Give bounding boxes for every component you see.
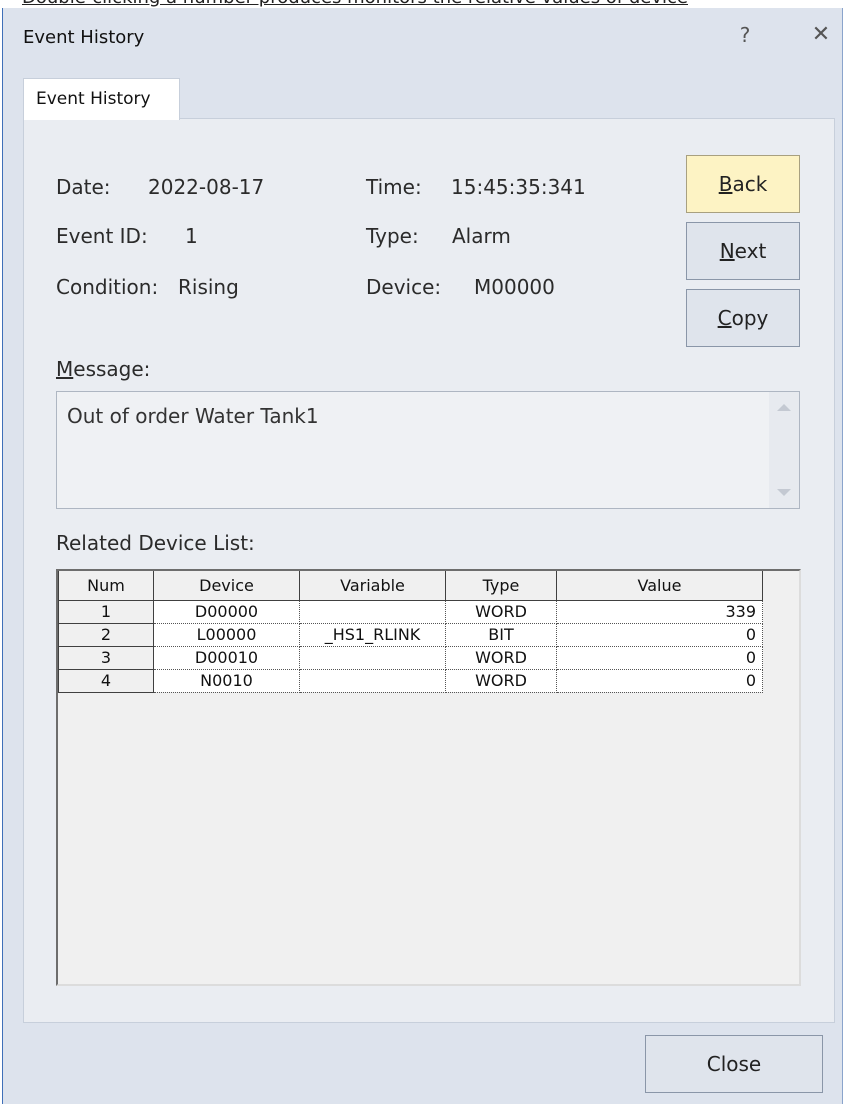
cell-device[interactable]: D00000	[153, 599, 300, 624]
close-icon: ✕	[811, 22, 831, 47]
cell-variable[interactable]	[299, 599, 446, 624]
help-button[interactable]: ?	[725, 20, 765, 50]
cell-type[interactable]: WORD	[445, 599, 557, 624]
event-history-dialog: Event History ? ✕ Event History Date: 20…	[2, 8, 843, 1104]
condition-value: Rising	[178, 275, 239, 299]
copy-button[interactable]: Copy	[686, 289, 800, 347]
column-header-variable[interactable]: Variable	[299, 571, 446, 601]
related-device-list-label: Related Device List:	[56, 531, 255, 555]
row-num[interactable]: 2	[58, 622, 154, 647]
cell-device[interactable]: L00000	[153, 622, 300, 647]
date-value: 2022-08-17	[148, 175, 265, 199]
column-header-num[interactable]: Num	[58, 571, 154, 601]
device-value: M00000	[474, 275, 555, 299]
tab-label: Event History	[36, 89, 151, 109]
cell-type[interactable]: WORD	[445, 645, 557, 670]
cell-value[interactable]: 0	[556, 645, 763, 670]
cell-variable[interactable]: _HS1_RLINK	[299, 622, 446, 647]
type-value: Alarm	[452, 224, 511, 248]
column-header-type[interactable]: Type	[445, 571, 557, 601]
event-id-label: Event ID:	[56, 224, 148, 248]
message-text: Out of order Water Tank1	[67, 404, 319, 428]
column-header-device[interactable]: Device	[153, 571, 300, 601]
scroll-down-icon[interactable]	[777, 489, 791, 496]
back-button[interactable]: Back	[686, 155, 800, 213]
table-row[interactable]: 2 L00000 _HS1_RLINK BIT 0	[58, 622, 763, 647]
message-label-text: essage:	[73, 357, 151, 381]
next-button[interactable]: Next	[686, 222, 800, 280]
cell-variable[interactable]	[299, 645, 446, 670]
back-label: ack	[732, 172, 768, 196]
related-device-grid[interactable]: Num Device Variable Type Value 1 D00000 …	[56, 569, 801, 986]
cell-device[interactable]: N0010	[153, 668, 300, 693]
next-accelerator: N	[719, 239, 735, 263]
background-caption: Double-clicking a number produces monito…	[0, 0, 845, 8]
event-id-value: 1	[185, 224, 198, 248]
cell-value[interactable]: 0	[556, 622, 763, 647]
help-icon: ?	[739, 23, 751, 47]
close-button[interactable]: Close	[645, 1035, 823, 1093]
table-row[interactable]: 1 D00000 WORD 339	[58, 599, 763, 624]
row-num[interactable]: 1	[58, 599, 154, 624]
message-textbox[interactable]: Out of order Water Tank1	[56, 391, 800, 509]
row-num[interactable]: 4	[58, 668, 154, 693]
related-device-table: Num Device Variable Type Value 1 D00000 …	[58, 571, 763, 693]
condition-label: Condition:	[56, 275, 159, 299]
copy-label: opy	[731, 306, 769, 330]
column-header-value[interactable]: Value	[556, 571, 763, 601]
table-row[interactable]: 3 D00010 WORD 0	[58, 645, 763, 670]
message-label: Message:	[56, 357, 150, 381]
device-label: Device:	[366, 275, 442, 299]
cell-variable[interactable]	[299, 668, 446, 693]
time-value: 15:45:35:341	[451, 175, 586, 199]
background-caption-text: Double-clicking a number produces monito…	[22, 0, 688, 8]
event-history-panel: Date: 2022-08-17 Time: 15:45:35:341 Even…	[23, 118, 835, 1023]
message-scrollbar[interactable]	[769, 392, 799, 508]
cell-value[interactable]: 339	[556, 599, 763, 624]
tab-event-history[interactable]: Event History	[23, 78, 180, 120]
date-label: Date:	[56, 175, 111, 199]
type-label: Type:	[366, 224, 419, 248]
message-accelerator: M	[56, 357, 74, 381]
time-label: Time:	[366, 175, 422, 199]
row-num[interactable]: 3	[58, 645, 154, 670]
table-header-row: Num Device Variable Type Value	[58, 571, 763, 601]
table-row[interactable]: 4 N0010 WORD 0	[58, 668, 763, 693]
cell-type[interactable]: WORD	[445, 668, 557, 693]
scroll-up-icon[interactable]	[777, 404, 791, 411]
cell-value[interactable]: 0	[556, 668, 763, 693]
cell-device[interactable]: D00010	[153, 645, 300, 670]
cell-type[interactable]: BIT	[445, 622, 557, 647]
copy-accelerator: C	[717, 306, 732, 330]
title-bar: Event History ? ✕	[3, 8, 842, 64]
next-label: ext	[734, 239, 767, 263]
back-accelerator: B	[718, 172, 733, 196]
title-close-button[interactable]: ✕	[801, 20, 841, 50]
dialog-title: Event History	[23, 27, 145, 48]
